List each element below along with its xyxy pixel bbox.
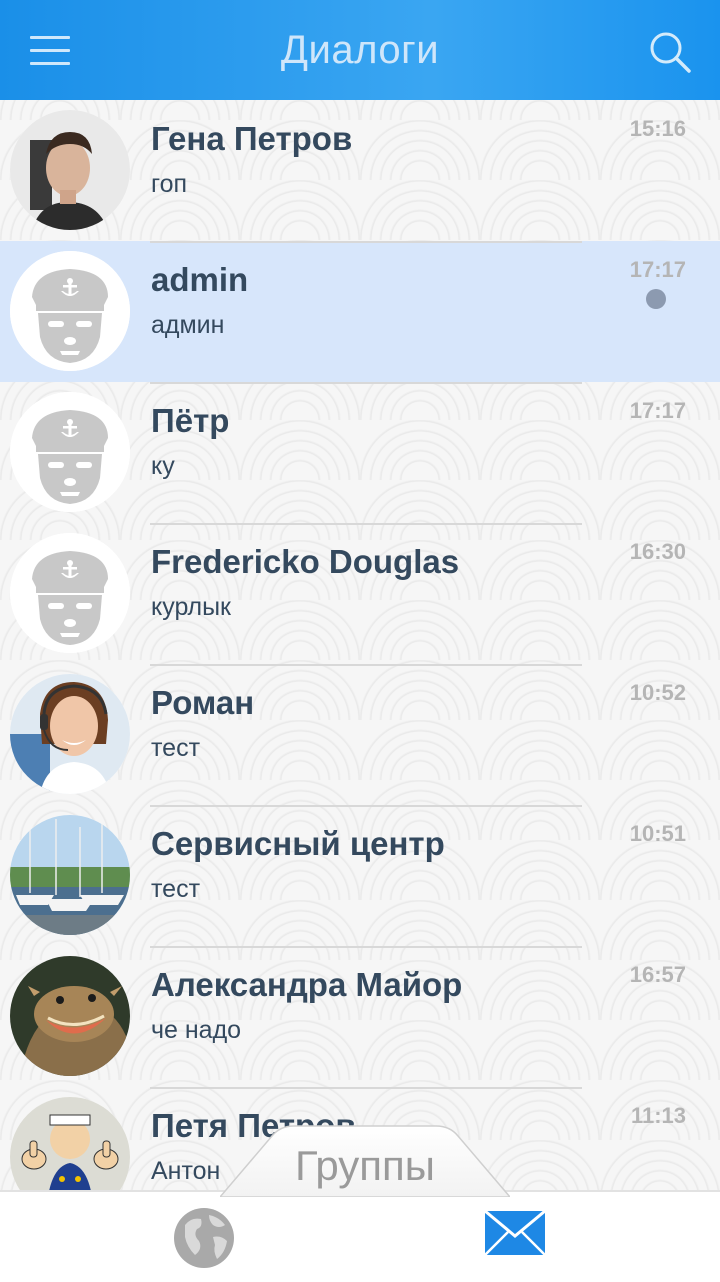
message-time: 16:30 (629, 539, 686, 564)
dialog-row[interactable]: Роман тест 10:52 (0, 664, 720, 805)
dialog-row[interactable]: Александра Майор че надо 16:57 (0, 946, 720, 1087)
contact-name: Александра Майор (151, 966, 463, 1003)
top-app-bar: Диалоги (0, 0, 720, 100)
page-title: Диалоги (280, 28, 440, 72)
message-time: 17:17 (629, 398, 686, 423)
dialog-list: Гена Петров гоп 15:16 admin админ 17:17 … (0, 100, 720, 1228)
contact-name: Гена Петров (151, 120, 353, 157)
avatar-sailor-default (10, 392, 130, 512)
last-message: курлык (151, 593, 231, 621)
unread-indicator (646, 289, 666, 309)
dialog-row[interactable]: Fredericko Douglas курлык 16:30 (0, 523, 720, 664)
message-time: 16:57 (629, 962, 686, 987)
last-message: че надо (151, 1016, 242, 1044)
bottom-navigation (0, 1190, 720, 1282)
globe-icon[interactable] (173, 1207, 235, 1269)
row-divider (150, 382, 582, 384)
last-message: админ (151, 311, 225, 339)
last-message: ку (151, 452, 175, 480)
contact-name: Роман (151, 684, 255, 721)
avatar-photo-boats (10, 815, 130, 935)
dialog-row[interactable]: admin админ 17:17 (0, 241, 720, 382)
row-divider (150, 664, 582, 666)
dialog-row[interactable]: Гена Петров гоп 15:16 (0, 100, 720, 241)
message-time: 17:17 (629, 257, 686, 282)
groups-tab[interactable]: Группы (220, 1122, 510, 1197)
contact-name: admin (151, 261, 249, 298)
contact-name: Fredericko Douglas (151, 543, 460, 580)
avatar-sailor-default (10, 251, 130, 371)
row-divider (150, 241, 582, 243)
avatar-photo-man (10, 110, 130, 230)
last-message: тест (151, 734, 201, 762)
row-divider (150, 805, 582, 807)
contact-name: Сервисный центр (151, 825, 445, 862)
message-time: 10:51 (629, 821, 686, 846)
message-time: 10:52 (629, 680, 686, 705)
last-message: Антон (151, 1157, 221, 1185)
contact-name: Пётр (151, 402, 230, 439)
dialog-row[interactable]: Сервисный центр тест 10:51 (0, 805, 720, 946)
dialog-row[interactable]: Пётр ку 17:17 (0, 382, 720, 523)
message-time: 15:16 (629, 116, 686, 141)
search-icon[interactable] (648, 30, 692, 74)
last-message: гоп (151, 170, 188, 198)
last-message: тест (151, 875, 201, 903)
row-divider (150, 523, 582, 525)
mail-icon[interactable] (484, 1209, 546, 1256)
avatar-photo-support-woman (10, 674, 130, 794)
message-time: 11:13 (630, 1103, 686, 1128)
row-divider (150, 1087, 582, 1089)
row-divider (150, 946, 582, 948)
groups-tab-label: Группы (295, 1142, 435, 1189)
avatar-photo-lizard (10, 956, 130, 1076)
avatar-sailor-default (10, 533, 130, 653)
